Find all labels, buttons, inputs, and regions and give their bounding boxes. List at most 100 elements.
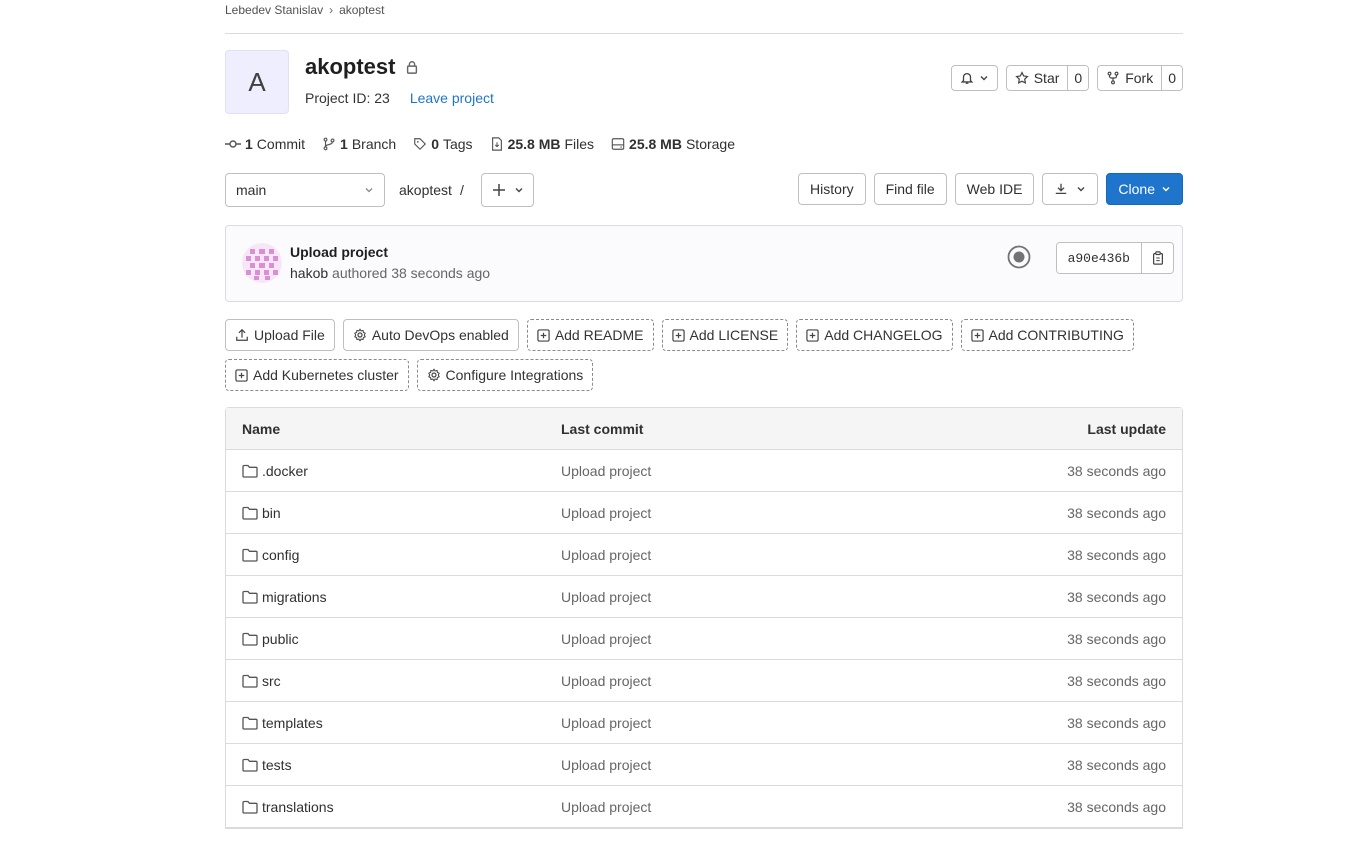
table-row[interactable]: bin Upload project 38 seconds ago (226, 492, 1182, 534)
file-name[interactable]: templates (262, 715, 323, 731)
tags-stat[interactable]: 0 Tags (413, 136, 473, 152)
file-name[interactable]: translations (262, 799, 334, 815)
fork-label: Fork (1125, 70, 1154, 86)
download-icon (1056, 183, 1067, 195)
header-actions: Star 0 Fork 0 (950, 65, 1183, 91)
plus-square-icon (235, 368, 248, 382)
copy-icon[interactable] (1141, 243, 1173, 273)
star-icon (1014, 71, 1029, 85)
table-row[interactable]: translations Upload project 38 seconds ago (226, 786, 1182, 828)
table-row[interactable]: .docker Upload project 38 seconds ago (226, 450, 1182, 492)
row-last-commit[interactable]: Upload project (561, 757, 911, 773)
settings-icon (427, 368, 440, 382)
clone-button[interactable]: Clone (1106, 173, 1183, 205)
breadcrumb-project[interactable]: akoptest (339, 3, 384, 17)
tag-icon (414, 138, 427, 151)
fork-button[interactable]: Fork 0 (1097, 65, 1183, 91)
add-changelog-button[interactable]: Add CHANGELOG (796, 319, 953, 351)
commits-stat[interactable]: 1 Commit (225, 136, 305, 152)
branches-stat[interactable]: 1 Branch (322, 136, 396, 152)
project-header: A akoptest Project ID: 23 Leave project … (225, 50, 1183, 132)
file-tree-header: Name Last commit Last update (226, 408, 1182, 450)
plus-square-icon (537, 328, 550, 342)
chevron-down-icon (980, 76, 988, 81)
auto-devops-button[interactable]: Auto DevOps enabled (342, 319, 519, 351)
table-row[interactable]: templates Upload project 38 seconds ago (226, 702, 1182, 744)
plus-square-icon (671, 328, 685, 342)
chevron-down-icon (1077, 187, 1085, 192)
plus-square-icon (970, 328, 984, 342)
add-to-tree-button[interactable] (481, 173, 534, 207)
add-kubernetes-cluster-button[interactable]: Add Kubernetes cluster (225, 359, 409, 391)
row-last-commit[interactable]: Upload project (561, 463, 911, 479)
file-name[interactable]: migrations (262, 589, 327, 605)
author-avatar[interactable] (242, 243, 282, 283)
star-count[interactable]: 0 (1067, 66, 1089, 90)
table-row[interactable]: migrations Upload project 38 seconds ago (226, 576, 1182, 618)
file-name[interactable]: bin (262, 505, 281, 521)
folder-icon (242, 590, 258, 604)
chevron-down-icon (515, 188, 522, 193)
row-last-commit[interactable]: Upload project (561, 715, 911, 731)
folder-icon (242, 506, 258, 520)
upload-file-button[interactable]: Upload File (225, 319, 335, 351)
commit-authored-time: authored 38 seconds ago (332, 265, 491, 281)
file-name[interactable]: tests (262, 757, 292, 773)
branch-select[interactable]: main (225, 173, 385, 207)
commit-icon (225, 140, 241, 148)
file-tree-rows: .docker Upload project 38 seconds ago bin Up… (226, 450, 1182, 828)
repo-path-root[interactable]: akoptest (399, 182, 452, 198)
last-commit-box: Upload project hakob authored 38 seconds… (225, 225, 1183, 302)
repo-path: akoptest / (399, 182, 464, 198)
project-meta: Project ID: 23 Leave project (305, 90, 494, 106)
header-last-commit: Last commit (561, 420, 644, 437)
table-row[interactable]: tests Upload project 38 seconds ago (226, 744, 1182, 786)
commit-sha-group: a90e436b (1055, 242, 1174, 274)
row-last-commit[interactable]: Upload project (561, 631, 911, 647)
chevron-down-icon (365, 188, 373, 193)
header-last-update: Last update (1087, 420, 1166, 437)
web-ide-button[interactable]: Web IDE (954, 173, 1035, 205)
storage-stat[interactable]: 25.8 MB Storage (611, 136, 735, 152)
configure-integrations-button[interactable]: Configure Integrations (416, 359, 594, 391)
row-last-commit[interactable]: Upload project (561, 547, 911, 563)
branch-icon (323, 137, 335, 151)
project-avatar[interactable]: A (225, 50, 289, 114)
row-last-update: 38 seconds ago (1067, 588, 1166, 605)
star-button[interactable]: Star 0 (1005, 65, 1090, 91)
add-readme-button[interactable]: Add README (526, 319, 654, 351)
row-last-commit[interactable]: Upload project (561, 673, 911, 689)
file-name[interactable]: .docker (262, 463, 308, 479)
main-content: Lebedev Stanislav › akoptest A akoptest … (225, 0, 1183, 829)
history-button[interactable]: History (798, 173, 866, 205)
fork-count[interactable]: 0 (1161, 66, 1182, 90)
download-button[interactable] (1042, 173, 1099, 205)
upload-icon (236, 328, 248, 341)
add-license-button[interactable]: Add LICENSE (661, 319, 789, 351)
files-stat[interactable]: 25.8 MB Files (490, 136, 594, 152)
find-file-button[interactable]: Find file (873, 173, 947, 205)
leave-project-link[interactable]: Leave project (410, 90, 494, 106)
table-row[interactable]: src Upload project 38 seconds ago (226, 660, 1182, 702)
table-row[interactable]: public Upload project 38 seconds ago (226, 618, 1182, 660)
notifications-button[interactable] (950, 65, 998, 91)
file-name[interactable]: public (262, 631, 299, 647)
file-name[interactable]: config (262, 547, 299, 563)
file-name[interactable]: src (262, 673, 281, 689)
row-last-commit[interactable]: Upload project (561, 505, 911, 521)
folder-icon (242, 464, 258, 478)
commit-sha[interactable]: a90e436b (1056, 243, 1141, 273)
folder-icon (242, 548, 258, 562)
commit-author[interactable]: hakob (290, 265, 328, 281)
breadcrumb-owner[interactable]: Lebedev Stanislav (225, 3, 323, 17)
row-last-commit[interactable]: Upload project (561, 589, 911, 605)
add-contributing-button[interactable]: Add CONTRIBUTING (960, 319, 1134, 351)
storage-icon (611, 138, 625, 150)
row-last-commit[interactable]: Upload project (561, 799, 911, 815)
row-last-update: 38 seconds ago (1067, 630, 1166, 647)
table-row[interactable]: config Upload project 38 seconds ago (226, 534, 1182, 576)
breadcrumb-separator: › (329, 3, 334, 17)
project-title: akoptest (305, 54, 419, 80)
commit-title[interactable]: Upload project (290, 244, 388, 260)
pipeline-status-icon[interactable] (1007, 245, 1031, 272)
